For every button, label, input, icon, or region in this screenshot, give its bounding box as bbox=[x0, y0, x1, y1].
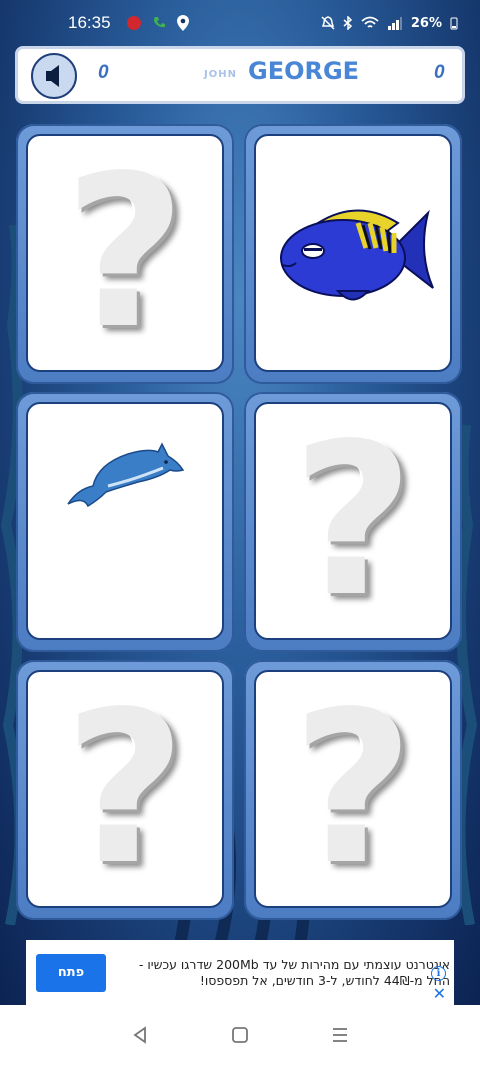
dolphin-icon bbox=[67, 442, 185, 508]
card-face bbox=[26, 402, 224, 640]
card-face: ? bbox=[26, 134, 224, 372]
question-mark-icon: ? bbox=[292, 402, 414, 640]
sound-toggle-button[interactable] bbox=[31, 53, 77, 99]
left-player-score: 0 bbox=[98, 62, 109, 83]
question-mark-icon: ? bbox=[64, 134, 186, 372]
right-player-score: 0 bbox=[434, 62, 445, 83]
ad-text: אינטרנט עוצמתי עם מהירות של עד 200Mb שדר… bbox=[138, 956, 450, 988]
memory-card-5[interactable]: ? bbox=[16, 660, 234, 920]
wifi-icon bbox=[361, 16, 379, 28]
signal-icon bbox=[387, 17, 402, 30]
notification-badge-icon bbox=[126, 16, 141, 30]
scoreboard: 0 JOHN GEORGE 0 bbox=[15, 46, 465, 104]
bluetooth-icon bbox=[343, 16, 352, 30]
ad-info-icon[interactable]: i bbox=[431, 966, 446, 981]
battery-icon bbox=[450, 17, 458, 30]
status-time: 16:35 bbox=[68, 13, 111, 32]
nav-back-button[interactable] bbox=[120, 1015, 160, 1055]
call-icon bbox=[153, 17, 165, 28]
card-face: ? bbox=[26, 670, 224, 908]
ad-close-icon[interactable]: ✕ bbox=[433, 986, 446, 1002]
card-face bbox=[254, 134, 452, 372]
ad-open-button[interactable]: פתח bbox=[36, 953, 106, 992]
mute-icon bbox=[321, 16, 335, 30]
back-icon bbox=[133, 1026, 146, 1044]
memory-card-4[interactable]: ? bbox=[244, 392, 462, 652]
location-icon bbox=[176, 15, 189, 31]
card-face: ? bbox=[254, 402, 452, 640]
active-player-name: GEORGE bbox=[248, 57, 360, 85]
nav-home-button[interactable] bbox=[220, 1015, 260, 1055]
question-mark-icon: ? bbox=[64, 670, 186, 908]
home-icon bbox=[232, 1027, 248, 1043]
nav-recents-button[interactable] bbox=[320, 1015, 360, 1055]
speaker-icon bbox=[46, 65, 59, 87]
memory-card-1[interactable]: ? bbox=[16, 124, 234, 384]
memory-card-2[interactable] bbox=[244, 124, 462, 384]
battery-percent: 26% bbox=[410, 15, 442, 31]
recents-icon bbox=[333, 1028, 347, 1042]
question-mark-icon: ? bbox=[292, 670, 414, 908]
ad-banner[interactable]: פתח אינטרנט עוצמתי עם מהירות של עד 200Mb… bbox=[26, 940, 454, 1005]
memory-card-6[interactable]: ? bbox=[244, 660, 462, 920]
memory-card-3[interactable] bbox=[16, 392, 234, 652]
status-bar: 16:35 26% bbox=[0, 0, 480, 46]
inactive-player-name: JOHN bbox=[204, 69, 237, 80]
card-face: ? bbox=[254, 670, 452, 908]
fish-icon bbox=[280, 209, 434, 301]
system-nav-bar bbox=[0, 1005, 480, 1065]
